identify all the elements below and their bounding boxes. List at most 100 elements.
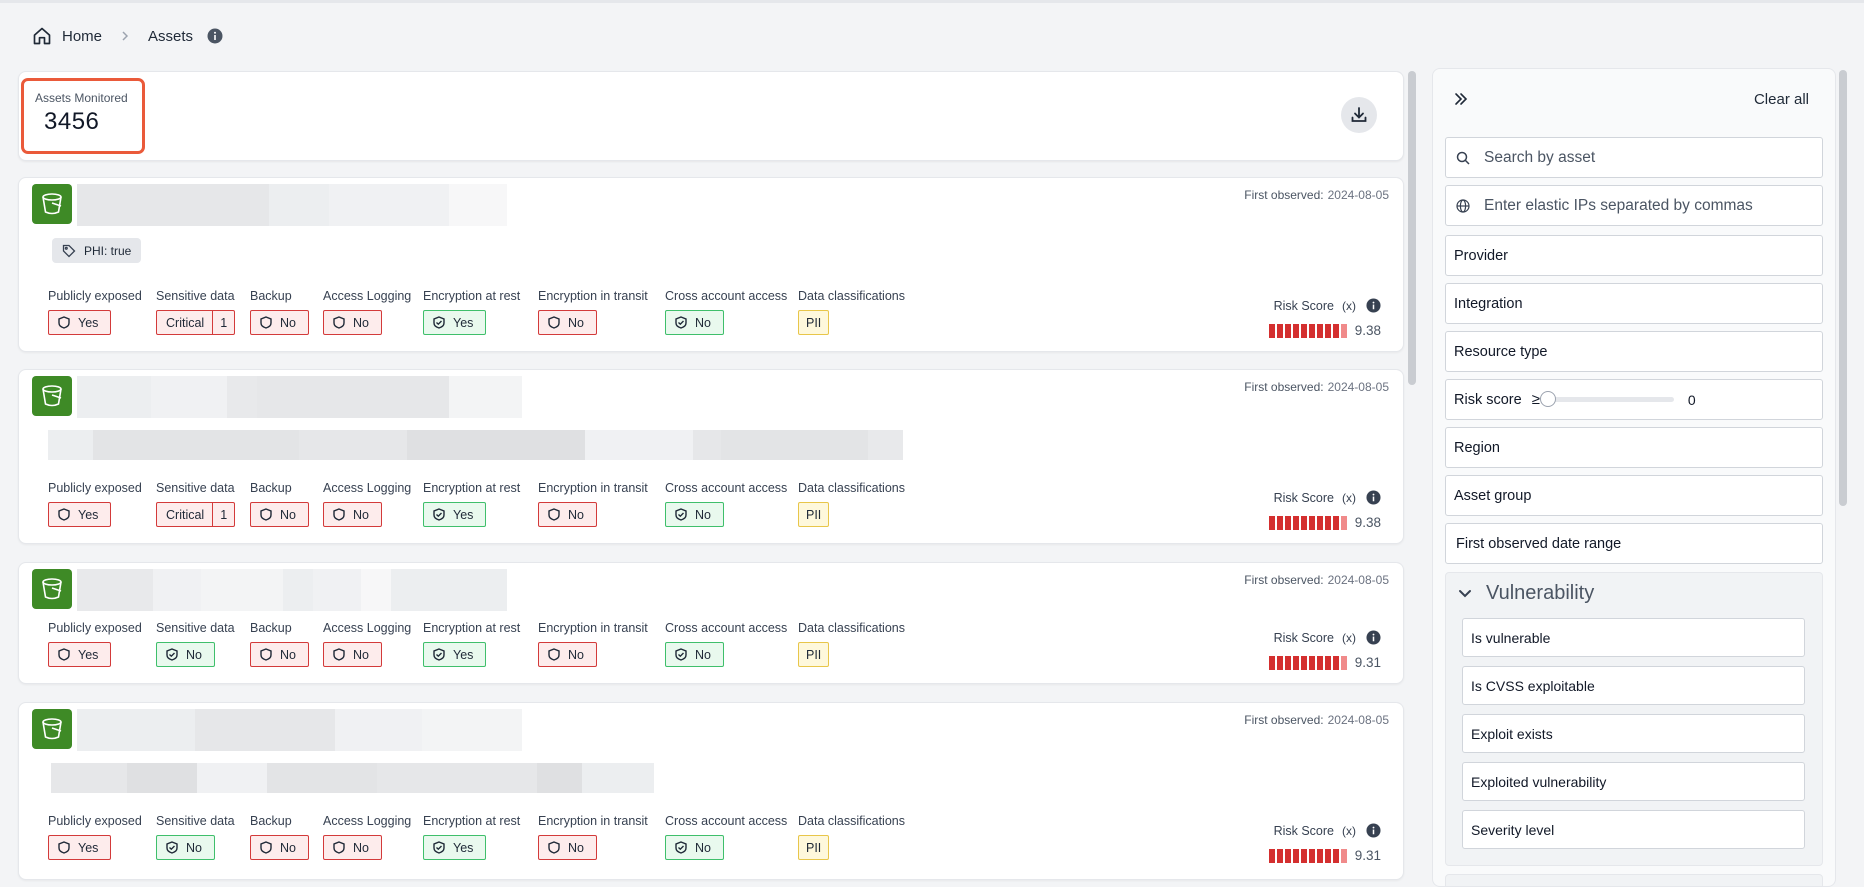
- asset-card[interactable]: First observed: 2024-08-05 Publicly expos…: [18, 702, 1404, 880]
- asset-list-scrollbar[interactable]: [1407, 71, 1417, 887]
- filter-first-observed-range[interactable]: First observed date range: [1445, 523, 1823, 564]
- attr-publicly-exposed: Publicly exposed Yes: [48, 481, 142, 527]
- attr-sensitive-data: Sensitive data Critical 1: [156, 481, 236, 527]
- status-badge: No: [665, 642, 724, 667]
- asset-card[interactable]: First observed: 2024-08-05 Publicly expos…: [18, 369, 1404, 544]
- asset-card[interactable]: First observed: 2024-08-05 PHI: true Publ…: [18, 177, 1404, 352]
- status-badge: No: [538, 835, 597, 860]
- status-badge: No: [156, 642, 215, 667]
- filter-region[interactable]: Region: [1445, 427, 1823, 468]
- breadcrumb-home[interactable]: Home: [62, 28, 102, 45]
- asset-card[interactable]: First observed: 2024-08-05 Publicly expos…: [18, 562, 1404, 684]
- status-badge: No: [250, 502, 309, 527]
- filter-is-cvss-exploitable[interactable]: Is CVSS exploitable: [1462, 666, 1805, 705]
- classification-badge: PII: [798, 835, 830, 860]
- info-icon[interactable]: [1366, 490, 1381, 505]
- filter-panel: Clear all Provider Integration Resource …: [1432, 68, 1836, 887]
- filter-exploit-exists[interactable]: Exploit exists: [1462, 714, 1805, 753]
- first-observed: First observed: 2024-08-05: [1244, 713, 1389, 727]
- info-icon[interactable]: [1366, 823, 1381, 838]
- shield-icon: [58, 841, 70, 854]
- classification-badge: PII: [798, 642, 830, 667]
- chevron-right-icon: [122, 31, 129, 41]
- attr-sensitive-data: Sensitive data Critical 1: [156, 289, 236, 335]
- attr-sensitive-data: Sensitive data No: [156, 814, 235, 860]
- attr-publicly-exposed: Publicly exposed Yes: [48, 289, 142, 335]
- shield-check-icon: [675, 841, 687, 854]
- top-border: [0, 0, 1864, 3]
- filter-exploited-vulnerability[interactable]: Exploited vulnerability: [1462, 762, 1805, 801]
- clear-all-button[interactable]: Clear all: [1754, 91, 1809, 108]
- attr-encryption-in-transit: Encryption in transit No: [538, 289, 648, 335]
- redacted-asset-detail: [48, 430, 903, 460]
- first-observed: First observed: 2024-08-05: [1244, 573, 1389, 587]
- shield-icon: [260, 841, 272, 854]
- risk-score-bar: [1268, 515, 1347, 530]
- status-badge: Yes: [48, 835, 112, 860]
- filter-resource-type[interactable]: Resource type: [1445, 331, 1823, 372]
- status-badge: Yes: [423, 502, 487, 527]
- risk-score-bar: [1268, 848, 1347, 863]
- risk-score-value: 9.38: [1354, 323, 1381, 338]
- tag-icon: [62, 244, 76, 257]
- globe-icon: [1456, 198, 1470, 213]
- info-icon[interactable]: [207, 28, 223, 44]
- chevron-down-icon: [1459, 589, 1471, 597]
- next-filter-group[interactable]: [1445, 874, 1823, 886]
- status-badge: Yes: [48, 502, 112, 527]
- status-badge: Yes: [48, 642, 112, 667]
- attr-encryption-at-rest: Encryption at rest Yes: [423, 289, 520, 335]
- risk-score: Risk Score (x) 9.38: [1268, 490, 1381, 530]
- shield-icon: [333, 508, 345, 521]
- redacted-asset-name: [77, 709, 522, 751]
- elastic-ip-input[interactable]: [1484, 196, 1804, 215]
- attr-sensitive-data: Sensitive data No: [156, 621, 235, 667]
- attr-encryption-in-transit: Encryption in transit No: [538, 621, 648, 667]
- shield-icon: [548, 841, 560, 854]
- download-button[interactable]: [1341, 97, 1377, 133]
- status-badge: No: [665, 835, 724, 860]
- filter-provider[interactable]: Provider: [1445, 235, 1823, 276]
- risk-score: Risk Score (x) 9.38: [1268, 298, 1381, 338]
- download-icon: [1351, 107, 1367, 122]
- asset-tag[interactable]: PHI: true: [52, 238, 142, 263]
- status-badge: Yes: [48, 310, 112, 335]
- filter-panel-scrollbar[interactable]: [1838, 68, 1848, 887]
- home-icon[interactable]: [32, 26, 52, 46]
- status-badge: No: [156, 835, 215, 860]
- shield-check-icon: [675, 508, 687, 521]
- risk-score-slider[interactable]: ≥ 0: [1532, 391, 1696, 408]
- vulnerability-group-header[interactable]: Vulnerability: [1458, 582, 1594, 605]
- filter-panel-scrollbar-thumb[interactable]: [1839, 70, 1847, 506]
- redacted-asset-name: [77, 569, 522, 611]
- assets-monitored-label: Assets Monitored: [35, 91, 128, 105]
- asset-list-scrollbar-thumb[interactable]: [1408, 71, 1416, 385]
- attr-encryption-at-rest: Encryption at rest Yes: [423, 814, 520, 860]
- collapse-panel-icon[interactable]: [1453, 91, 1469, 107]
- status-badge: No: [538, 310, 597, 335]
- info-icon[interactable]: [1366, 298, 1381, 313]
- status-badge: No: [538, 502, 597, 527]
- assets-summary-card: Assets Monitored 3456: [18, 71, 1404, 161]
- filter-is-vulnerable[interactable]: Is vulnerable: [1462, 618, 1805, 657]
- elastic-ip-field: [1445, 185, 1823, 226]
- filter-integration[interactable]: Integration: [1445, 283, 1823, 324]
- risk-score-bar: [1268, 323, 1347, 338]
- shield-icon: [333, 648, 345, 661]
- filter-severity-level[interactable]: Severity level: [1462, 810, 1805, 849]
- risk-score-value: 9.31: [1354, 848, 1381, 863]
- attr-encryption-in-transit: Encryption in transit No: [538, 814, 648, 860]
- shield-check-icon: [433, 316, 445, 329]
- shield-icon: [260, 316, 272, 329]
- search-input[interactable]: [1484, 148, 1804, 167]
- status-badge: Yes: [423, 642, 487, 667]
- filter-asset-group[interactable]: Asset group: [1445, 475, 1823, 516]
- slider-handle[interactable]: [1539, 391, 1556, 407]
- attr-data-classifications: Data classifications PII: [798, 621, 905, 667]
- shield-icon: [333, 316, 345, 329]
- info-icon[interactable]: [1366, 630, 1381, 645]
- status-badge: No: [323, 502, 382, 527]
- attr-access-logging: Access Logging No: [323, 481, 411, 527]
- status-badge: Critical 1: [156, 310, 236, 335]
- shield-icon: [58, 648, 70, 661]
